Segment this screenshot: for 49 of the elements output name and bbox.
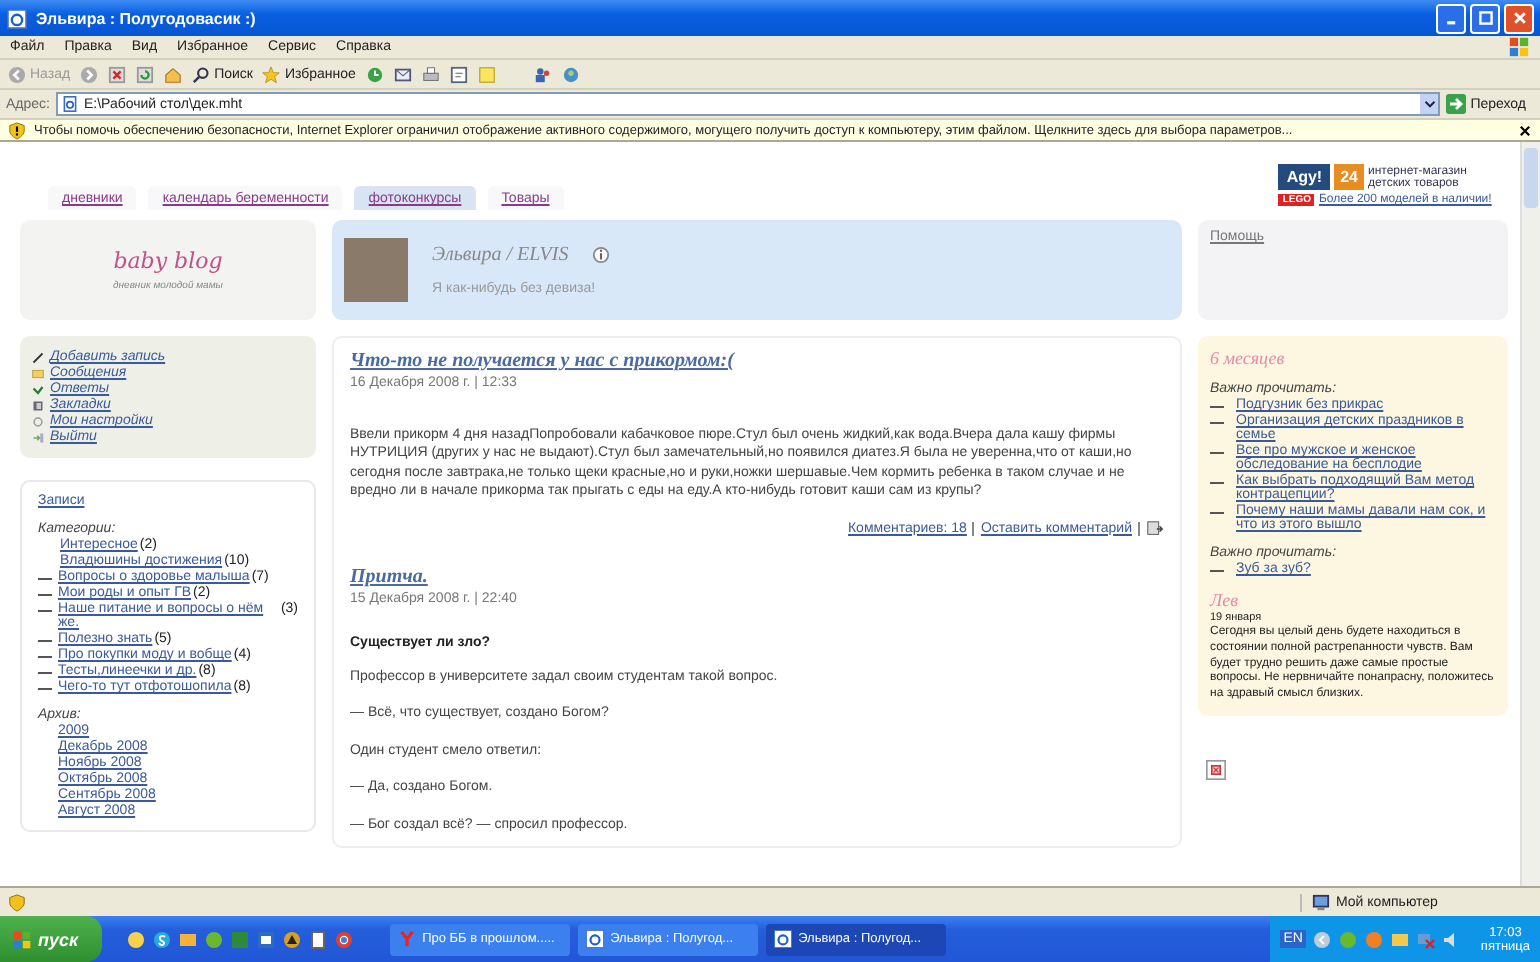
triangle-icon[interactable]: [282, 929, 303, 949]
notepad-icon[interactable]: [308, 929, 329, 949]
dash-mark: [1210, 452, 1224, 454]
windows-logo-icon: [1508, 36, 1530, 58]
shield-icon: [8, 121, 26, 139]
shield-icon: [8, 893, 26, 911]
post-title[interactable]: Что-то не получается у нас с прикормом:(: [350, 350, 734, 372]
zodiac-sign: Лев: [1210, 590, 1238, 610]
vertical-scrollbar[interactable]: [1520, 142, 1540, 886]
dropdown-icon[interactable]: [1420, 94, 1439, 114]
maximize-icon: [1477, 10, 1493, 26]
search-icon: [192, 65, 211, 83]
window-icon[interactable]: [256, 929, 277, 949]
computer-icon: [1312, 893, 1330, 911]
close-icon: [1511, 10, 1527, 26]
info-icon[interactable]: [592, 246, 611, 264]
site-logo[interactable]: baby blog: [113, 248, 223, 274]
dash-mark: [1210, 570, 1224, 572]
exit-icon: [32, 431, 44, 443]
maximize-button[interactable]: [1470, 3, 1500, 33]
forward-icon[interactable]: [80, 65, 99, 83]
broken-image-icon: [1206, 759, 1226, 780]
go-arrow-icon: [1446, 94, 1467, 114]
close-icon[interactable]: [1518, 123, 1532, 137]
browser-icon: [6, 7, 28, 29]
dash-mark: [1210, 482, 1224, 484]
refresh-icon[interactable]: [136, 65, 155, 83]
browser-icon: [586, 930, 605, 948]
print-icon[interactable]: [421, 65, 440, 83]
home-icon[interactable]: [164, 65, 183, 83]
photo-placeholder: [344, 238, 408, 302]
age-heading: 6 месяцев: [1210, 348, 1285, 368]
shop-logo[interactable]: Agy!: [1278, 164, 1331, 190]
y-shape-icon: [398, 930, 417, 948]
minimize-button[interactable]: [1436, 3, 1466, 33]
windows-logo-icon: [12, 929, 32, 949]
page-icon: [61, 96, 78, 112]
chat-icon[interactable]: [152, 929, 173, 949]
window-title: Эльвира : Полугодовасик :): [36, 9, 258, 27]
post-title[interactable]: Притча.: [350, 565, 428, 588]
pencil-icon: [32, 351, 44, 363]
browser-icon: [774, 930, 793, 948]
people-icon[interactable]: [533, 65, 552, 83]
back-icon: [8, 65, 26, 83]
dash-mark: [1210, 512, 1224, 514]
star-icon: [262, 65, 281, 83]
document-icon[interactable]: [1146, 519, 1164, 538]
close-button[interactable]: [1504, 3, 1534, 33]
stop-icon[interactable]: [108, 65, 127, 83]
